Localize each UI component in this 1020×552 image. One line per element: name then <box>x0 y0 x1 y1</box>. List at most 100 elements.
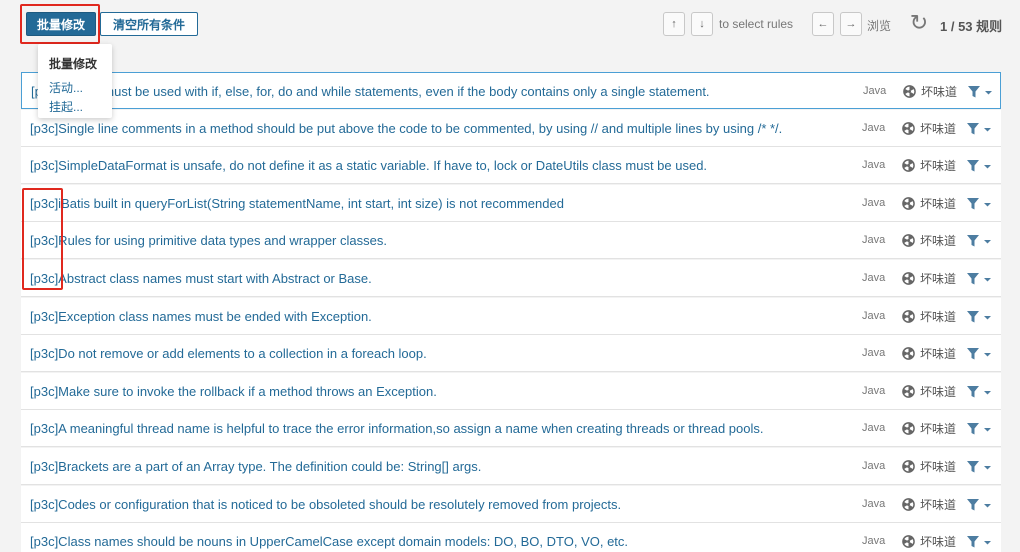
filter-similar-button[interactable] <box>966 384 992 400</box>
up-key-icon: ↑ <box>663 12 685 36</box>
left-key-icon: ← <box>812 12 834 36</box>
filter-icon <box>967 160 979 172</box>
rule-language: Java <box>862 347 886 359</box>
rule-type: 坏味道 <box>902 383 956 400</box>
filter-similar-button[interactable] <box>966 233 992 249</box>
filter-similar-button[interactable] <box>967 84 993 100</box>
rule-type: 坏味道 <box>902 195 956 212</box>
rule-row[interactable]: [p3c]Make sure to invoke the rollback if… <box>21 373 1001 410</box>
rule-language: Java <box>862 460 886 472</box>
rule-title-link[interactable]: [p3c]Abstract class names must start wit… <box>30 271 372 286</box>
chevron-down-icon <box>984 315 991 319</box>
rule-type-label: 坏味道 <box>920 385 957 399</box>
rule-language: Java <box>862 272 886 284</box>
filter-icon <box>967 348 979 360</box>
rule-title-link[interactable]: [p3c]Single line comments in a method sh… <box>30 121 782 136</box>
code-smell-icon <box>902 272 915 285</box>
rule-type-label: 坏味道 <box>920 498 957 512</box>
rule-language: Java <box>862 385 886 397</box>
chevron-down-icon <box>984 202 991 206</box>
dropdown-header: 批量修改 <box>49 57 98 71</box>
rule-row[interactable]: [p3c]Brackets are a part of an Array typ… <box>21 448 1001 485</box>
rule-row[interactable]: [p3c]Exception class names must be ended… <box>21 298 1001 335</box>
rule-language: Java <box>862 122 886 134</box>
rule-type: 坏味道 <box>902 232 956 249</box>
rule-title-link[interactable]: [p3c]Exception class names must be ended… <box>30 309 372 324</box>
rule-type: 坏味道 <box>902 308 956 325</box>
rules-counter: 1 / 53 规则 <box>940 19 1003 34</box>
rule-title-link[interactable]: [p3c]Rules for using primitive data type… <box>30 233 387 248</box>
rule-type: 坏味道 <box>902 270 956 287</box>
rule-title-link[interactable]: [p3c]Make sure to invoke the rollback if… <box>30 384 437 399</box>
rule-type-label: 坏味道 <box>920 234 957 248</box>
filter-similar-button[interactable] <box>966 158 992 174</box>
rule-type: 坏味道 <box>902 420 956 437</box>
rule-title-link[interactable]: [p3c]iBatis built in queryForList(String… <box>30 196 564 211</box>
chevron-down-icon <box>984 427 991 431</box>
rule-type: 坏味道 <box>902 345 956 362</box>
down-key-icon: ↓ <box>691 12 713 36</box>
chevron-down-icon <box>984 465 991 469</box>
rule-row[interactable]: [p3c]iBatis built in queryForList(String… <box>21 185 1001 222</box>
chevron-down-icon <box>984 127 991 131</box>
chevron-down-icon <box>984 277 991 281</box>
rule-row[interactable]: [p3c]Rules for using primitive data type… <box>21 222 1001 259</box>
chevron-down-icon <box>984 239 991 243</box>
filter-similar-button[interactable] <box>966 421 992 437</box>
filter-icon <box>967 311 979 323</box>
rule-title-link[interactable]: [p3c]Class names should be nouns in Uppe… <box>30 534 628 549</box>
rule-row[interactable]: [p3c]Do not remove or add elements to a … <box>21 335 1001 372</box>
reload-icon[interactable]: ↻ <box>907 10 931 36</box>
rule-title-link[interactable]: [p3c]Do not remove or add elements to a … <box>30 346 427 361</box>
code-smell-icon <box>902 347 915 360</box>
filter-similar-button[interactable] <box>966 346 992 362</box>
rule-row[interactable]: [p3c]Codes or configuration that is noti… <box>21 486 1001 523</box>
rule-language: Java <box>862 535 886 547</box>
rule-title-link[interactable]: [p3c]Codes or configuration that is noti… <box>30 497 621 512</box>
filter-similar-button[interactable] <box>966 497 992 513</box>
chevron-down-icon <box>984 164 991 168</box>
right-key-icon: → <box>840 12 862 36</box>
filter-icon <box>967 235 979 247</box>
rule-title-link[interactable]: [p3c]SimpleDataFormat is unsafe, do not … <box>30 158 707 173</box>
rule-row[interactable]: [p3c]Single line comments in a method sh… <box>21 110 1001 147</box>
filter-similar-button[interactable] <box>966 121 992 137</box>
rule-type: 坏味道 <box>902 458 956 475</box>
rule-title-link[interactable]: [p3c]A meaningful thread name is helpful… <box>30 421 763 436</box>
rule-language: Java <box>862 422 886 434</box>
dropdown-item-deactivate[interactable]: 挂起... <box>49 98 83 115</box>
code-smell-icon <box>903 85 916 98</box>
code-smell-icon <box>902 310 915 323</box>
filter-similar-button[interactable] <box>966 271 992 287</box>
rule-language: Java <box>862 159 886 171</box>
filter-icon <box>967 499 979 511</box>
rule-row[interactable]: [p3c]A meaningful thread name is helpful… <box>21 410 1001 447</box>
filter-similar-button[interactable] <box>966 534 992 550</box>
chevron-down-icon <box>985 90 992 94</box>
chevron-down-icon <box>984 390 991 394</box>
rule-row[interactable]: [p3c]SimpleDataFormat is unsafe, do not … <box>21 147 1001 184</box>
rule-title-link[interactable]: [p3c]Brackets are a part of an Array typ… <box>30 459 481 474</box>
chevron-down-icon <box>984 352 991 356</box>
rule-row[interactable]: [p3c]Class names should be nouns in Uppe… <box>21 523 1001 552</box>
filter-icon <box>967 386 979 398</box>
filter-similar-button[interactable] <box>966 196 992 212</box>
rule-title-link[interactable]: [p3c]Braces must be used with if, else, … <box>31 84 710 99</box>
dropdown-item-activate[interactable]: 活动... <box>49 79 83 96</box>
rule-language: Java <box>862 197 886 209</box>
browse-hint: 浏览 <box>867 19 892 33</box>
filter-icon <box>967 123 979 135</box>
chevron-down-icon <box>984 540 991 544</box>
clear-all-conditions-button[interactable]: 清空所有条件 <box>100 12 198 36</box>
rule-row[interactable]: [p3c]Braces must be used with if, else, … <box>21 72 1001 109</box>
filter-similar-button[interactable] <box>966 459 992 475</box>
code-smell-icon <box>902 197 915 210</box>
code-smell-icon <box>902 535 915 548</box>
rule-type-label: 坏味道 <box>920 460 957 474</box>
filter-similar-button[interactable] <box>966 309 992 325</box>
code-smell-icon <box>902 122 915 135</box>
rule-row[interactable]: [p3c]Abstract class names must start wit… <box>21 260 1001 297</box>
toolbar: 批量修改 清空所有条件 ↑ ↓ to select rules ← → 浏览 ↻… <box>0 0 1020 50</box>
rule-language: Java <box>862 498 886 510</box>
code-smell-icon <box>902 460 915 473</box>
